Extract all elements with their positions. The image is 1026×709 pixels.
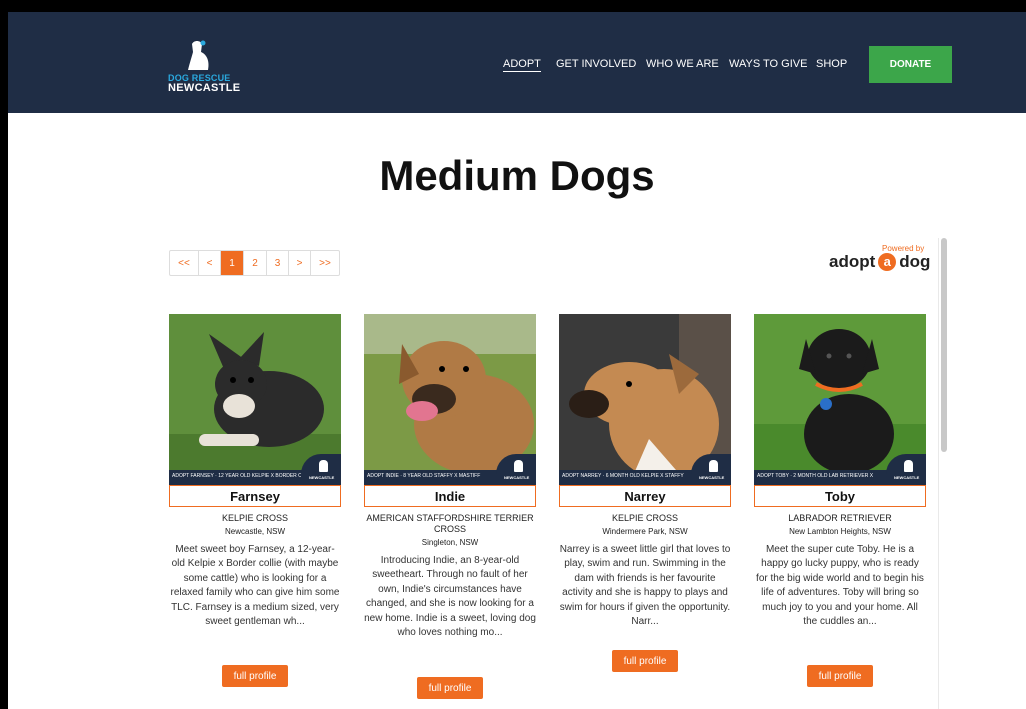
banner-text: ADOPT TOBY · 2 MONTH OLD LAB RETRIEVER X (757, 473, 874, 479)
donate-button[interactable]: DONATE (869, 46, 952, 83)
brand-left: adopt (829, 252, 876, 271)
dog-description: Introducing Indie, an 8-year-old sweethe… (364, 555, 536, 639)
dog-logo-icon (188, 40, 209, 70)
dog-breed: LABRADOR RETRIEVER (788, 513, 892, 523)
page-title: Medium Dogs (379, 152, 655, 199)
nav-shop[interactable]: SHOP (816, 58, 847, 70)
dog-breed: AMERICAN STAFFORDSHIRE TERRIER CROSS (366, 513, 534, 534)
dog-photo[interactable]: ADOPT INDIE · 8 YEAR OLD STAFFY X MASTIF… (364, 314, 536, 485)
pagination-next[interactable]: > (289, 251, 311, 275)
full-profile-button[interactable]: full profile (417, 677, 483, 699)
dog-breed: KELPIE CROSS (221, 513, 289, 523)
banner-text: ADOPT FARNSEY · 12 YEAR OLD KELPIE X BOR… (172, 473, 316, 479)
dog-name[interactable]: Indie (364, 485, 536, 507)
adopt-a-dog-logo[interactable]: adopt a dog (829, 252, 930, 272)
nav-adopt[interactable]: ADOPT (503, 58, 541, 72)
pagination-last[interactable]: >> (311, 251, 339, 275)
nav-who-we-are[interactable]: WHO WE ARE (646, 58, 719, 70)
brand-mid: a (878, 253, 897, 271)
logo-badge-icon: NEWCASTLE (301, 454, 341, 485)
dog-name[interactable]: Farnsey (169, 485, 341, 507)
dog-name[interactable]: Toby (754, 485, 926, 507)
logo-badge-icon: NEWCASTLE (691, 454, 731, 485)
banner-text: ADOPT NARREY · 6 MONTH OLD KELPIE X STAF… (562, 473, 684, 479)
dog-location: New Lambton Heights, NSW (789, 527, 891, 536)
pagination-page-1[interactable]: 1 (221, 251, 244, 275)
pagination-page-2[interactable]: 2 (244, 251, 267, 275)
logo-badge-icon: NEWCASTLE (496, 454, 536, 485)
dog-photo[interactable]: ADOPT FARNSEY · 12 YEAR OLD KELPIE X BOR… (169, 314, 341, 485)
site-header: DOG RESCUE NEWCASTLE ADOPT GET INVOLVED … (8, 12, 1026, 113)
dog-description: Meet the super cute Toby. He is a happy … (756, 544, 924, 628)
dog-location: Newcastle, NSW (224, 527, 285, 536)
nav-ways-to-give[interactable]: WAYS TO GIVE (729, 58, 807, 70)
pagination: << < 1 2 3 > >> (169, 250, 340, 276)
banner-text: ADOPT INDIE · 8 YEAR OLD STAFFY X MASTIF… (367, 473, 481, 479)
scrollbar-thumb[interactable] (941, 238, 947, 452)
browser-page: DOG RESCUE NEWCASTLE ADOPT GET INVOLVED … (8, 12, 1026, 709)
pagination-first[interactable]: << (170, 251, 199, 275)
logo-badge-icon: NEWCASTLE (886, 454, 926, 485)
site-logo[interactable]: DOG RESCUE NEWCASTLE (168, 40, 240, 98)
full-profile-button[interactable]: full profile (612, 650, 678, 672)
dog-location: Singleton, NSW (421, 538, 479, 547)
full-profile-button[interactable]: full profile (807, 665, 873, 687)
full-profile-button[interactable]: full profile (222, 665, 288, 687)
nav-get-involved[interactable]: GET INVOLVED (556, 58, 636, 70)
dog-photo[interactable]: ADOPT NARREY · 6 MONTH OLD KELPIE X STAF… (559, 314, 731, 485)
logo-text-bottom: NEWCASTLE (168, 82, 241, 94)
brand-right: dog (899, 252, 931, 271)
dog-location: Windermere Park, NSW (602, 527, 688, 536)
dog-name[interactable]: Narrey (559, 485, 731, 507)
pagination-page-3[interactable]: 3 (267, 251, 289, 275)
dog-description: Meet sweet boy Farnsey, a 12-year-old Ke… (170, 544, 340, 628)
dog-photo[interactable]: ADOPT TOBY · 2 MONTH OLD LAB RETRIEVER X… (754, 314, 926, 485)
pagination-prev[interactable]: < (199, 251, 221, 275)
dog-breed: KELPIE CROSS (611, 513, 679, 523)
dog-description: Narrey is a sweet little girl that loves… (559, 544, 731, 628)
